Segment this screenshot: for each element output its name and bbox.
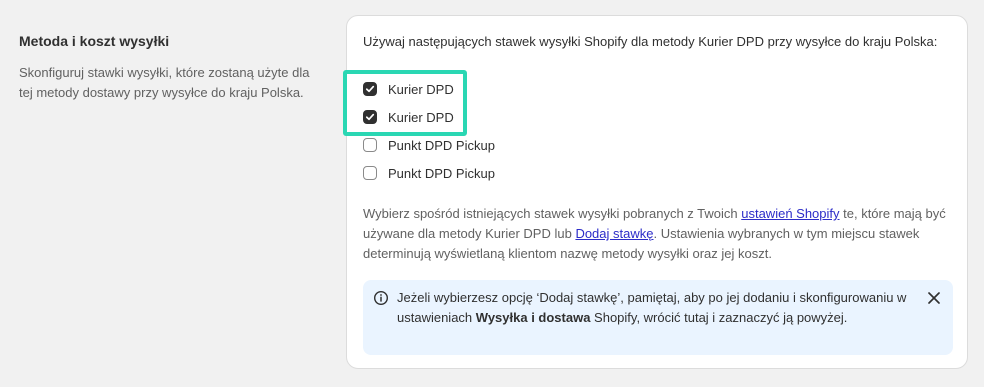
checkbox-unchecked[interactable] [363,138,377,152]
close-icon[interactable] [927,291,941,305]
shipping-rates-card: Używaj następujących stawek wysyłki Shop… [343,15,968,369]
rate-option-punkt-dpd-pickup-1[interactable]: Punkt DPD Pickup [363,135,495,155]
shopify-settings-link[interactable]: ustawień Shopify [741,206,839,221]
info-icon [373,290,389,306]
rate-option-punkt-dpd-pickup-2[interactable]: Punkt DPD Pickup [363,163,495,183]
section-title: Metoda i koszt wysyłki [19,33,170,49]
banner-text: Jeżeli wybierzesz opcję ‘Dodaj stawkę’, … [397,288,907,328]
add-rate-link[interactable]: Dodaj stawkę [575,226,653,241]
section-description: Skonfiguruj stawki wysyłki, które zostan… [19,65,310,100]
section-info: Metoda i koszt wysyłki Skonfiguruj stawk… [19,31,319,103]
help-text-part: Wybierz spośród istniejących stawek wysy… [363,206,742,221]
selection-highlight [343,70,467,136]
help-text: Wybierz spośród istniejących stawek wysy… [363,204,959,264]
info-banner: Jeżeli wybierzesz opcję ‘Dodaj stawkę’, … [363,280,953,355]
rate-option-label: Punkt DPD Pickup [388,137,495,153]
banner-text-part: Shopify, wrócić tutaj i zaznaczyć ją pow… [590,310,848,325]
banner-bold-text: Wysyłka i dostawa [475,310,591,325]
rate-option-label: Punkt DPD Pickup [388,165,495,181]
card-intro-text: Używaj następujących stawek wysyłki Shop… [363,34,938,49]
checkbox-unchecked[interactable] [363,166,377,180]
